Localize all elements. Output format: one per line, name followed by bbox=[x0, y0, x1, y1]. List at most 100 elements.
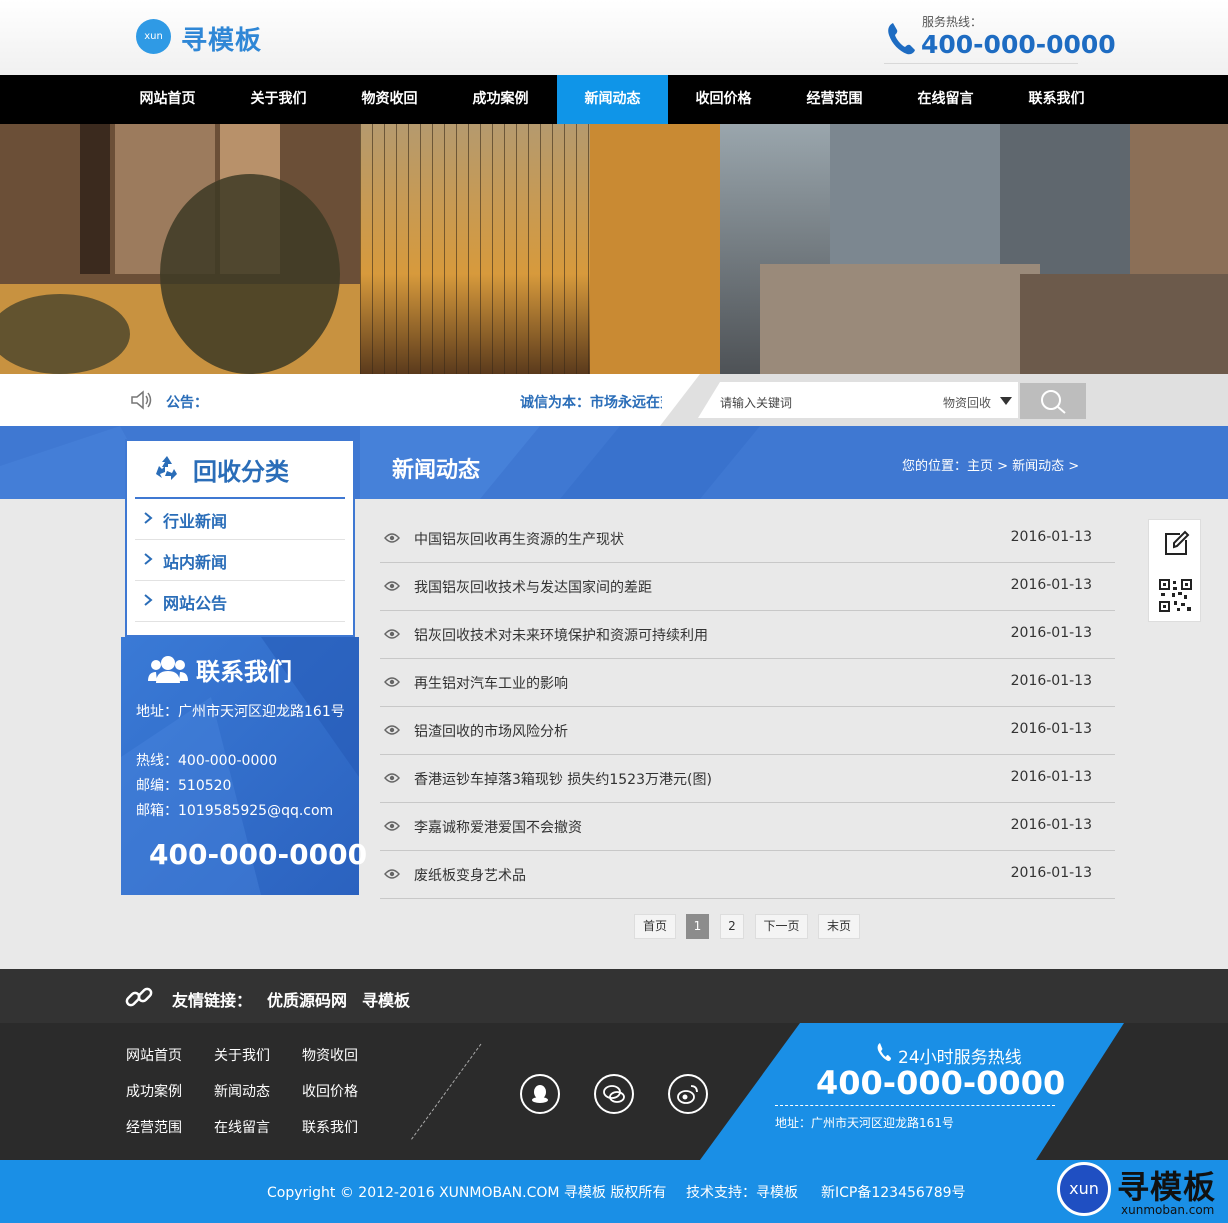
eye-icon bbox=[384, 821, 400, 831]
nav-item-recycle[interactable]: 物资收回 bbox=[334, 75, 445, 124]
contact-phone-big: 400-000-0000 bbox=[149, 838, 368, 871]
edit-icon[interactable] bbox=[1162, 530, 1190, 558]
copyright-text: Copyright © 2012-2016 XUNMOBAN.COM 寻模板 版… bbox=[267, 1185, 667, 1201]
chevron-down-icon[interactable] bbox=[999, 396, 1013, 406]
news-title[interactable]: 再生铝对汽车工业的影响 bbox=[414, 673, 568, 693]
watermark-url: xunmoban.com bbox=[1121, 1203, 1215, 1217]
news-date: 2016-01-13 bbox=[1010, 865, 1092, 881]
nav-item-message[interactable]: 在线留言 bbox=[890, 75, 1001, 124]
nav-item-about[interactable]: 关于我们 bbox=[223, 75, 334, 124]
nav-item-home[interactable]: 网站首页 bbox=[112, 75, 223, 124]
footer-link-scope[interactable]: 经营范围 bbox=[126, 1117, 182, 1137]
logo-text[interactable]: 寻模板 bbox=[181, 20, 262, 57]
news-date: 2016-01-13 bbox=[1010, 577, 1092, 593]
nav-item-prices[interactable]: 收回价格 bbox=[668, 75, 779, 124]
news-date: 2016-01-13 bbox=[1010, 769, 1092, 785]
category-item-industry-news[interactable]: 行业新闻 bbox=[135, 499, 345, 540]
footer-link-prices[interactable]: 收回价格 bbox=[302, 1081, 358, 1101]
main-nav: 网站首页 关于我们 物资收回 成功案例 新闻动态 收回价格 经营范围 在线留言 … bbox=[0, 75, 1228, 124]
footer-address: 地址：广州市天河区迎龙路161号 bbox=[775, 1116, 954, 1130]
pagination-first[interactable]: 首页 bbox=[634, 914, 676, 939]
news-date: 2016-01-13 bbox=[1010, 817, 1092, 833]
news-date: 2016-01-13 bbox=[1010, 529, 1092, 545]
footer-link-contact[interactable]: 联系我们 bbox=[302, 1117, 358, 1137]
news-title[interactable]: 铝灰回收技术对未来环境保护和资源可持续利用 bbox=[414, 625, 708, 645]
phone-icon bbox=[888, 23, 915, 55]
nav-item-cases[interactable]: 成功案例 bbox=[445, 75, 556, 124]
news-title[interactable]: 李嘉诚称爱港爱国不会撤资 bbox=[414, 817, 582, 837]
eye-icon bbox=[384, 773, 400, 783]
news-row[interactable]: 李嘉诚称爱港爱国不会撤资 2016-01-13 bbox=[380, 803, 1115, 851]
pagination-next[interactable]: 下一页 bbox=[755, 914, 808, 939]
pagination-last[interactable]: 末页 bbox=[818, 914, 860, 939]
category-label: 行业新闻 bbox=[163, 512, 228, 531]
friend-link[interactable]: 寻模板 bbox=[362, 987, 410, 1011]
friend-link[interactable]: 优质源码网 bbox=[267, 987, 347, 1011]
footer-link-cases[interactable]: 成功案例 bbox=[126, 1081, 182, 1101]
footer-dashed-rule bbox=[775, 1105, 1055, 1106]
eye-icon bbox=[384, 725, 400, 735]
nav-item-news[interactable]: 新闻动态 bbox=[557, 75, 668, 124]
recycle-icon bbox=[156, 456, 177, 480]
search-category-select[interactable]: 物资回收 bbox=[943, 394, 991, 411]
eye-icon bbox=[384, 869, 400, 879]
nav-item-scope[interactable]: 经营范围 bbox=[779, 75, 890, 124]
city-banner-image bbox=[0, 124, 1228, 374]
pagination-page-current[interactable]: 1 bbox=[686, 914, 709, 939]
hero-banner bbox=[0, 124, 1228, 374]
news-row[interactable]: 铝灰回收技术对未来环境保护和资源可持续利用 2016-01-13 bbox=[380, 611, 1115, 659]
footer-link-home[interactable]: 网站首页 bbox=[126, 1045, 182, 1065]
watermark-text: 寻模板 bbox=[1117, 1168, 1217, 1206]
eye-icon bbox=[384, 581, 400, 591]
news-row[interactable]: 废纸板变身艺术品 2016-01-13 bbox=[380, 851, 1115, 899]
news-row[interactable]: 铝渣回收的市场风险分析 2016-01-13 bbox=[380, 707, 1115, 755]
news-row[interactable]: 再生铝对汽车工业的影响 2016-01-13 bbox=[380, 659, 1115, 707]
news-title[interactable]: 铝渣回收的市场风险分析 bbox=[414, 721, 568, 741]
nav-item-contact[interactable]: 联系我们 bbox=[1001, 75, 1112, 124]
category-item-announcements[interactable]: 网站公告 bbox=[135, 581, 345, 622]
eye-icon bbox=[384, 533, 400, 543]
logo-mark[interactable]: xun bbox=[136, 19, 171, 54]
users-icon bbox=[148, 656, 188, 683]
watermark-mark: xun bbox=[1057, 1162, 1111, 1216]
chevron-right-icon bbox=[144, 553, 153, 565]
footer-divider bbox=[410, 1043, 482, 1141]
category-item-site-news[interactable]: 站内新闻 bbox=[135, 540, 345, 581]
news-date: 2016-01-13 bbox=[1010, 721, 1092, 737]
footer-link-recycle[interactable]: 物资收回 bbox=[302, 1045, 358, 1065]
eye-icon bbox=[384, 629, 400, 639]
wechat-icon[interactable] bbox=[594, 1074, 634, 1114]
contact-title: 联系我们 bbox=[196, 658, 292, 686]
contact-address: 地址：广州市天河区迎龙路161号 bbox=[136, 704, 345, 720]
news-date: 2016-01-13 bbox=[1010, 625, 1092, 641]
search-button[interactable] bbox=[1020, 383, 1086, 419]
footer-link-news[interactable]: 新闻动态 bbox=[214, 1081, 270, 1101]
news-row[interactable]: 中国铝灰回收再生资源的生产现状 2016-01-13 bbox=[380, 515, 1115, 563]
footer-link-about[interactable]: 关于我们 bbox=[214, 1045, 270, 1065]
footer-hotline-number: 400-000-0000 bbox=[816, 1064, 1066, 1102]
search-icon bbox=[1041, 390, 1066, 414]
contact-hotline: 热线：400-000-0000 bbox=[136, 753, 278, 769]
qq-icon[interactable] bbox=[520, 1074, 560, 1114]
news-title[interactable]: 废纸板变身艺术品 bbox=[414, 865, 526, 885]
chevron-right-icon bbox=[144, 594, 153, 606]
hotline-divider bbox=[884, 63, 1078, 64]
qr-code-icon[interactable] bbox=[1159, 579, 1192, 612]
pagination-page[interactable]: 2 bbox=[720, 914, 744, 939]
link-icon bbox=[125, 987, 153, 1007]
news-title[interactable]: 香港运钞车掉落3箱现钞 损失约1523万港元(图) bbox=[414, 769, 712, 789]
news-title[interactable]: 我国铝灰回收技术与发达国家间的差距 bbox=[414, 577, 652, 597]
category-title: 回收分类 bbox=[193, 458, 289, 486]
breadcrumb[interactable]: 您的位置：主页 > 新闻动态 > bbox=[902, 455, 1079, 474]
friend-links-label: 友情链接： bbox=[172, 991, 253, 1010]
news-row[interactable]: 香港运钞车掉落3箱现钞 损失约1523万港元(图) 2016-01-13 bbox=[380, 755, 1115, 803]
news-title[interactable]: 中国铝灰回收再生资源的生产现状 bbox=[414, 529, 624, 549]
tech-support[interactable]: 技术支持：寻模板 bbox=[686, 1182, 798, 1202]
search-input[interactable]: 请输入关键词 bbox=[720, 394, 792, 411]
contact-email: 邮箱：1019585925@qq.com bbox=[136, 803, 334, 819]
news-row[interactable]: 我国铝灰回收技术与发达国家间的差距 2016-01-13 bbox=[380, 563, 1115, 611]
phone-icon bbox=[877, 1043, 891, 1061]
eye-icon bbox=[384, 677, 400, 687]
footer-link-message[interactable]: 在线留言 bbox=[214, 1117, 270, 1137]
icp-number[interactable]: 新ICP备123456789号 bbox=[821, 1182, 966, 1202]
